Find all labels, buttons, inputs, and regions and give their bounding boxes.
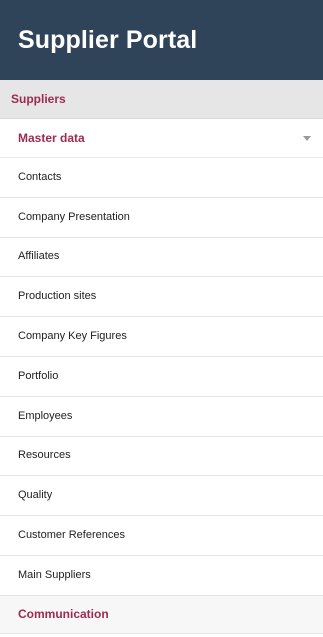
portal-title: Supplier Portal [18, 25, 198, 54]
menu-item-label: Portfolio [18, 369, 59, 382]
menu-item-main-suppliers[interactable]: Main Suppliers [0, 555, 323, 596]
menu-item-employees[interactable]: Employees [0, 396, 323, 437]
menu-item-label: Customer References [18, 529, 125, 542]
section-communication[interactable]: Communication [0, 595, 323, 634]
menu-item-label: Production sites [18, 290, 97, 303]
menu-item-label: Company Presentation [18, 210, 130, 223]
menu-item-company-presentation[interactable]: Company Presentation [0, 197, 323, 238]
menu-item-label: Employees [18, 409, 73, 422]
menu-item-production-sites[interactable]: Production sites [0, 277, 323, 318]
menu-item-customer-references[interactable]: Customer References [0, 516, 323, 556]
section-suppliers[interactable]: Suppliers [0, 80, 323, 119]
menu-item-quality[interactable]: Quality [0, 476, 323, 517]
master-data-menu: Contacts Company Presentation Affiliates… [0, 158, 323, 596]
group-label: Master data [18, 131, 85, 145]
menu-item-label: Affiliates [18, 250, 60, 263]
menu-item-affiliates[interactable]: Affiliates [0, 237, 323, 278]
menu-item-company-key-figures[interactable]: Company Key Figures [0, 317, 323, 357]
menu-item-contacts[interactable]: Contacts [0, 158, 323, 198]
menu-item-resources[interactable]: Resources [0, 436, 323, 477]
menu-item-label: Company Key Figures [18, 330, 127, 343]
menu-item-portfolio[interactable]: Portfolio [0, 356, 323, 397]
menu-item-label: Quality [18, 489, 53, 502]
group-master-data[interactable]: Master data [0, 119, 323, 158]
chevron-down-icon[interactable] [303, 136, 311, 141]
portal-header: Supplier Portal [0, 0, 323, 80]
menu-item-label: Main Suppliers [18, 568, 91, 581]
section-label: Suppliers [11, 92, 66, 106]
menu-item-label: Resources [18, 449, 71, 462]
menu-item-label: Contacts [18, 170, 62, 183]
communication-label: Communication [18, 607, 109, 622]
